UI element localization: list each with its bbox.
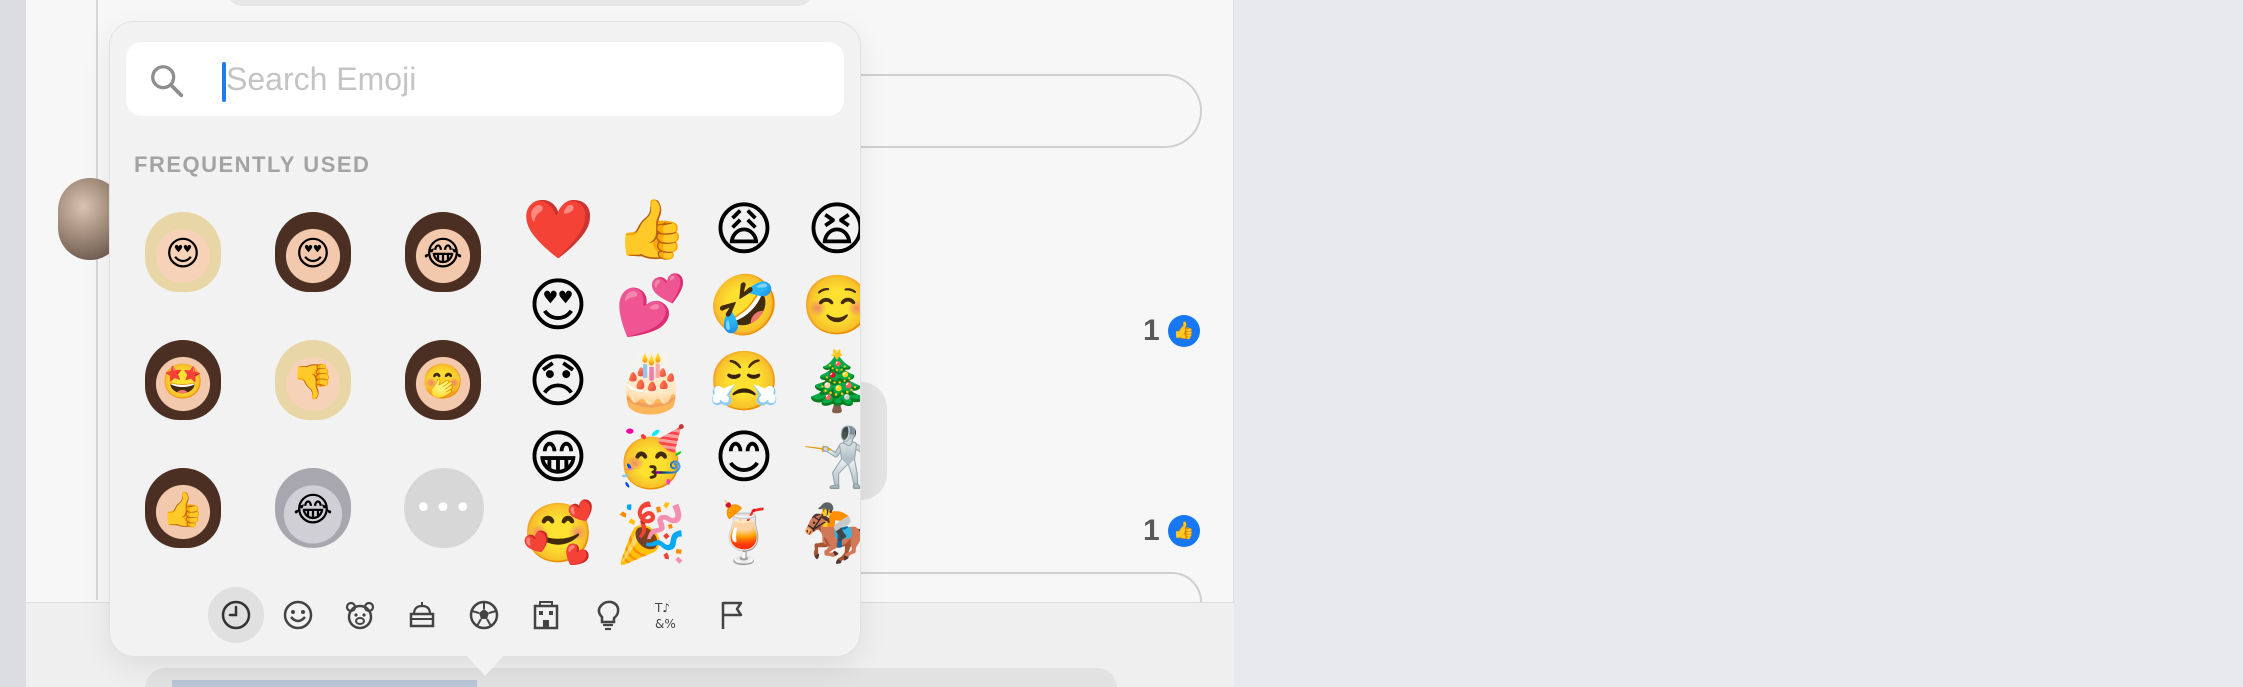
thumbs-up-icon: 👍	[1167, 315, 1200, 347]
text-selection	[172, 680, 477, 687]
tab-animals[interactable]	[332, 587, 388, 643]
memoji-brunette-star-struck[interactable]: 🤩	[133, 328, 233, 432]
emoji-tropical-drink[interactable]: 🍹	[708, 496, 780, 570]
like-indicator[interactable]: 1 👍	[1143, 314, 1200, 348]
section-title: FREQUENTLY USED	[134, 152, 371, 177]
emoji-smiling-face[interactable]: ☺️	[801, 268, 860, 342]
tab-activity[interactable]	[456, 587, 512, 643]
memoji-mouse-tears-of-joy[interactable]: 😂	[263, 456, 363, 560]
flag-icon	[721, 601, 743, 629]
memoji-brunette-hand-over-mouth[interactable]: 🤭	[393, 328, 493, 432]
smiley-icon	[283, 600, 313, 630]
symbols-icon: T♪ &%	[654, 601, 676, 631]
category-bar: T♪ &%	[110, 587, 860, 647]
tab-smileys[interactable]	[270, 587, 326, 643]
emoji-two-hearts[interactable]: 💕	[615, 268, 687, 342]
memoji-blonde-thumbs-down[interactable]: 👎	[263, 328, 363, 432]
emoji-rolling-laughing[interactable]: 🤣	[708, 268, 780, 342]
search-icon	[151, 65, 184, 98]
tab-symbols[interactable]: T♪ &%	[642, 587, 698, 643]
tab-travel[interactable]	[518, 587, 574, 643]
emoji-smiling-eyes[interactable]: 😊	[708, 420, 780, 494]
search-box[interactable]	[126, 42, 844, 116]
emoji-smiling-hearts[interactable]: 🥰	[522, 496, 594, 570]
food-icon	[409, 602, 435, 628]
emoji-tired-face[interactable]: 😫	[801, 192, 860, 266]
building-icon	[533, 601, 559, 630]
left-edge	[0, 0, 26, 687]
thread-line	[96, 0, 98, 600]
memoji-brunette-heart-eyes[interactable]: 😍	[263, 200, 363, 304]
tab-recent[interactable]	[208, 587, 264, 643]
tab-food[interactable]	[394, 587, 450, 643]
emoji-disappointed-face[interactable]: 😞	[522, 344, 594, 418]
emoji-picker: FREQUENTLY USED 😍 😍 😂 🤩 👎 🤭 👍 😂 ••• ❤️ 👍…	[110, 22, 860, 656]
search-input[interactable]	[226, 54, 826, 104]
memoji-blonde-heart-eyes[interactable]: 😍	[133, 200, 233, 304]
emoji-partying-face[interactable]: 🥳	[615, 420, 687, 494]
emoji-beaming-face[interactable]: 😁	[522, 420, 594, 494]
svg-text:&%: &%	[655, 617, 676, 631]
emoji-steam-from-nose[interactable]: 😤	[708, 344, 780, 418]
emoji-thumbs-up[interactable]: 👍	[615, 192, 687, 266]
message-bubble	[225, 0, 815, 6]
emoji-christmas-tree[interactable]: 🎄	[801, 344, 860, 418]
memoji-brunette-thumbs-up[interactable]: 👍	[133, 456, 233, 560]
emoji-horse-racing[interactable]: 🏇	[801, 496, 860, 570]
svg-text:T♪: T♪	[654, 601, 670, 615]
thumbs-up-icon: 👍	[1167, 515, 1200, 547]
lightbulb-icon	[597, 600, 620, 631]
like-count: 1	[1143, 514, 1160, 547]
bear-icon	[345, 601, 375, 630]
tab-flags[interactable]	[704, 587, 760, 643]
emoji-fencer[interactable]: 🤺	[801, 420, 860, 494]
emoji-weary-face[interactable]: 😩	[708, 192, 780, 266]
emoji-party-popper[interactable]: 🎉	[615, 496, 687, 570]
emoji-heart-eyes[interactable]: 😍	[522, 268, 594, 342]
clock-icon	[221, 600, 251, 630]
more-memoji-button[interactable]: •••	[404, 468, 484, 548]
emoji-red-heart[interactable]: ❤️	[522, 192, 594, 266]
memoji-brunette-tears-of-joy[interactable]: 😂	[393, 200, 493, 304]
like-count: 1	[1143, 314, 1160, 347]
picker-pointer	[463, 652, 507, 676]
like-indicator[interactable]: 1 👍	[1143, 514, 1200, 548]
tab-objects[interactable]	[580, 587, 636, 643]
emoji-birthday-cake[interactable]: 🎂	[615, 344, 687, 418]
ball-icon	[469, 600, 499, 630]
